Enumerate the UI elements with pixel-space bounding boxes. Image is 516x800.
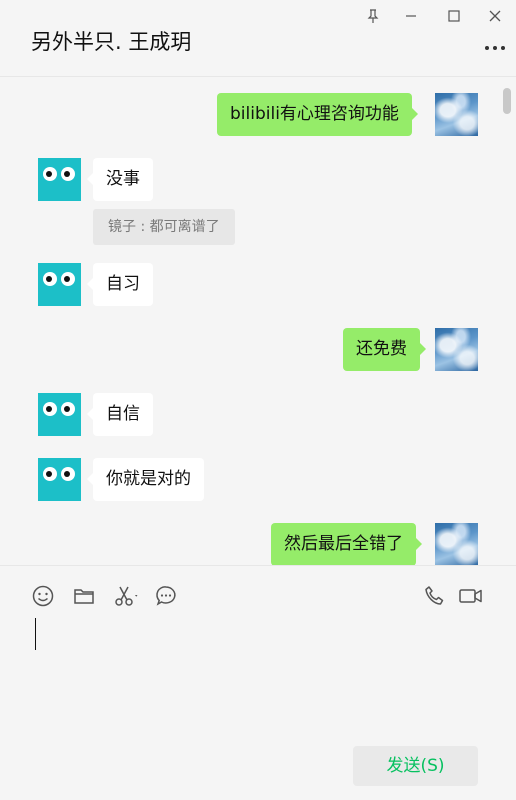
message-bubble[interactable]: 还免费 <box>343 328 426 371</box>
phone-icon[interactable] <box>422 583 448 609</box>
emoji-icon[interactable] <box>30 583 56 609</box>
title-bar: 另外半只. 王成玥 <box>0 0 516 77</box>
maximize-icon[interactable] <box>442 4 466 28</box>
my-avatar[interactable] <box>435 93 478 136</box>
my-avatar[interactable] <box>435 523 478 565</box>
pin-icon[interactable] <box>361 4 385 28</box>
video-call-icon[interactable] <box>457 583 485 609</box>
message-bubble[interactable]: 自信 <box>87 393 153 436</box>
friend-avatar[interactable] <box>38 158 81 201</box>
chat-window: 另外半只. 王成玥 bilibili有心理咨询功能 没事 镜子: 都可离谱了 … <box>0 0 516 800</box>
scissors-icon[interactable] <box>112 583 142 609</box>
text-input-caret[interactable] <box>35 618 36 650</box>
message-bubble[interactable]: bilibili有心理咨询功能 <box>217 93 418 136</box>
message-bubble[interactable]: 然后最后全错了 <box>271 523 422 565</box>
my-avatar[interactable] <box>435 328 478 371</box>
composer: 发送(S) <box>0 565 516 800</box>
scrollbar-thumb[interactable] <box>503 88 511 114</box>
friend-avatar[interactable] <box>38 263 81 306</box>
message-bubble[interactable]: 没事 <box>87 158 153 201</box>
friend-avatar[interactable] <box>38 458 81 501</box>
friend-avatar[interactable] <box>38 393 81 436</box>
chat-title: 另外半只. 王成玥 <box>31 30 192 54</box>
folder-icon[interactable] <box>71 583 97 609</box>
chat-history-icon[interactable] <box>153 583 179 609</box>
message-bubble[interactable]: 自习 <box>87 263 153 306</box>
scrollbar[interactable] <box>502 78 516 565</box>
send-button[interactable]: 发送(S) <box>353 746 478 786</box>
more-icon[interactable] <box>482 38 508 58</box>
message-list[interactable]: bilibili有心理咨询功能 没事 镜子 : 都可离谱了 自习 还免费 自信 … <box>0 78 516 565</box>
quoted-message[interactable]: 镜子 : 都可离谱了 <box>93 209 235 245</box>
close-icon[interactable] <box>483 4 507 28</box>
minimize-icon[interactable] <box>399 4 423 28</box>
message-bubble[interactable]: 你就是对的 <box>87 458 204 501</box>
